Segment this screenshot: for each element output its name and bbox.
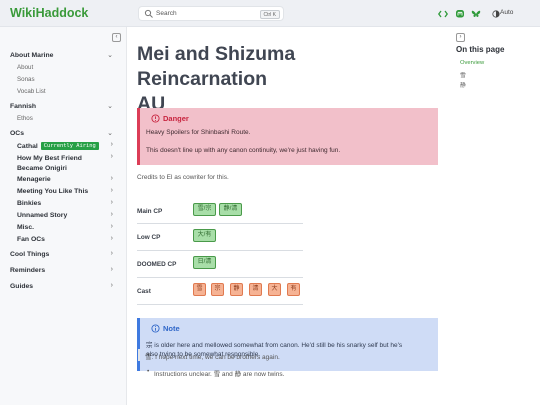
sidebar-section-about-marine[interactable]: About Marine [10,52,53,59]
sidebar-item-about[interactable]: About [17,64,33,71]
left-sidebar: ‹ About Marine ⌄ About Sonas Vocab List … [0,27,127,405]
danger-admonition: Danger Heavy Spoilers for Shinbashi Rout… [137,108,438,165]
sidebar-item-misc[interactable]: Misc. [17,224,34,231]
row-label: Cast [137,288,151,295]
sidebar-item-ethos[interactable]: Ethos [17,115,33,122]
page-title: Mei and Shizuma Reincarnation AU [137,42,427,117]
table-row: DOOMED CP 日/清 [137,256,303,278]
search-placeholder: Search [156,10,177,17]
main-content: Mei and Shizuma Reincarnation AU Danger H… [128,27,443,405]
danger-title-text: Danger [163,114,189,123]
table-row: Main CP 雪/宗 静/清 [137,203,303,224]
chevron-down-icon[interactable]: ⌄ [107,51,113,59]
sidebar-item-label: Cathal [17,143,38,150]
butterfly-icon[interactable] [471,9,481,19]
sidebar-item-unnamed-story[interactable]: Unnamed Story [17,212,67,219]
sidebar-item-binkies[interactable]: Binkies [17,200,41,207]
search-icon [144,9,153,18]
sidebar-item-onigiri[interactable]: How My Best Friend Became Onigiri [17,154,109,174]
chevron-right-icon[interactable]: › [111,235,113,242]
note-title-text: Note [163,324,180,333]
top-bar: WikiHaddock Search Ctrl K Auto [0,0,540,27]
chevron-right-icon[interactable]: › [111,282,113,289]
toc-heading: On this page [456,45,505,54]
toc-item-yuki[interactable]: 雪 [460,70,466,79]
row-label: Low CP [137,234,161,241]
sidebar-item-menagerie[interactable]: Menagerie [17,176,51,183]
toc-collapse-button[interactable]: › [456,33,465,42]
danger-text-1: Heavy Spoilers for Shinbashi Route. [146,129,251,136]
site-logo[interactable]: WikiHaddock [10,6,88,20]
chevron-right-icon[interactable]: › [111,266,113,273]
sidebar-item-cathal[interactable]: Cathal Currently Airing [17,142,99,150]
mastodon-icon[interactable] [455,9,465,19]
chevron-right-icon[interactable]: › [111,153,113,160]
tag-chip[interactable]: 静/清 [219,203,242,216]
note-admonition: Note 宗 is older here and mellowed somewh… [137,318,438,371]
blockquote-bar [138,349,140,361]
search-box[interactable]: Search Ctrl K [138,6,284,21]
table-row: Low CP 大/有 [137,229,303,251]
tag-chip[interactable]: 日/清 [193,256,216,269]
tag-chip[interactable]: 雪 [193,283,206,296]
alert-icon [151,114,160,123]
chevron-right-icon[interactable]: › [111,211,113,218]
tag-chip[interactable]: 有 [287,283,300,296]
tag-chip[interactable]: 雪/宗 [193,203,216,216]
chevron-right-icon[interactable]: › [111,250,113,257]
tag-chip[interactable]: 宗 [211,283,224,296]
sidebar-section-fannish[interactable]: Fannish [10,103,36,110]
sidebar-item-vocab-list[interactable]: Vocab List [17,88,46,95]
status-badge: Currently Airing [40,142,99,150]
chevron-down-icon[interactable]: ⌄ [107,102,113,110]
chevron-right-icon[interactable]: › [111,199,113,206]
chevron-right-icon[interactable]: › [111,175,113,182]
tag-chip[interactable]: 大 [268,283,281,296]
sidebar-item-fan-ocs[interactable]: Fan OCs [17,236,45,243]
sidebar-section-guides[interactable]: Guides [10,283,33,290]
credits-text: Credits to El as cowriter for this. [137,174,229,181]
note-text-1: 宗 is older here and mellowed somewhat fr… [146,342,403,349]
sidebar-collapse-button[interactable]: ‹ [112,33,121,42]
tag-chip[interactable]: 清 [249,283,262,296]
chevron-down-icon[interactable]: ⌄ [107,129,113,137]
tag-chip[interactable]: 静 [230,283,243,296]
chevron-right-icon[interactable]: › [111,141,113,148]
table-row: Cast 雪 宗 静 清 大 有 [137,283,303,305]
table-of-contents: › On this page Overview 雪 静 [450,27,540,405]
list-bullet: • [147,368,150,375]
info-icon [151,324,160,333]
page-title-line1: Mei and Shizuma Reincarnation [137,43,296,90]
chevron-right-icon[interactable]: › [111,187,113,194]
toc-item-overview[interactable]: Overview [460,60,484,66]
chevron-right-icon[interactable]: › [111,223,113,230]
sidebar-item-sonas[interactable]: Sonas [17,76,35,83]
toc-item-shizu[interactable]: 静 [460,80,466,89]
search-shortcut: Ctrl K [259,9,280,19]
row-label: Main CP [137,208,163,215]
sidebar-section-reminders[interactable]: Reminders [10,267,45,274]
row-label: DOOMED CP [137,261,177,268]
list-item: Instructions unclear. 雪 and 静 are now tw… [154,371,285,378]
theme-label[interactable]: Auto [500,9,513,16]
sidebar-item-meeting-you[interactable]: Meeting You Like This [17,188,88,195]
theme-toggle-icon[interactable] [492,10,500,18]
sidebar-section-cool-things[interactable]: Cool Things [10,251,49,258]
quote-text: 雪: I hope next time, we can be brothers … [145,354,280,361]
code-icon[interactable] [438,9,448,19]
tag-chip[interactable]: 大/有 [193,229,216,242]
danger-text-2: This doesn't line up with any canon cont… [146,147,341,154]
sidebar-section-ocs[interactable]: OCs [10,130,24,137]
